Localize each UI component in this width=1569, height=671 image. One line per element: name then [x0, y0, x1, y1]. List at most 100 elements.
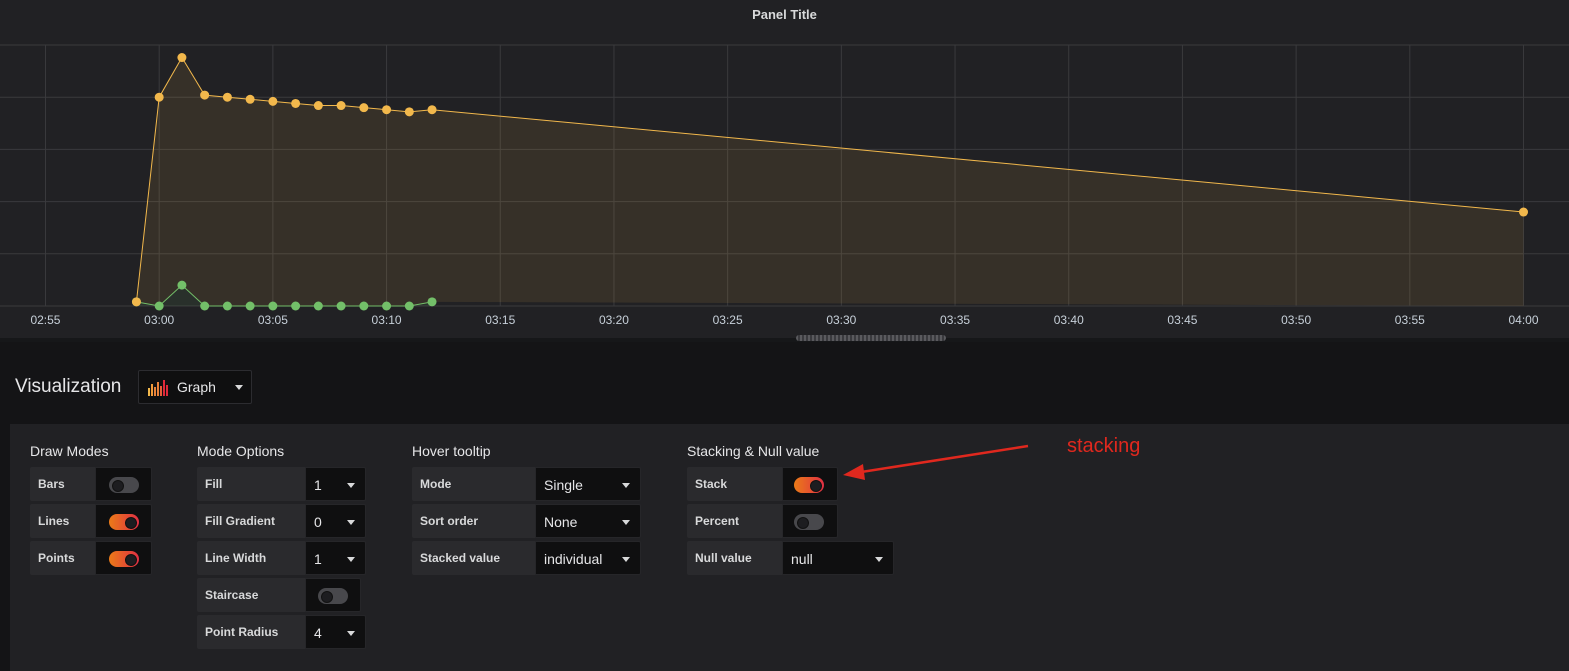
point-radius-value: 4: [314, 625, 322, 641]
data-point: [245, 301, 255, 311]
data-point: [154, 301, 164, 311]
sort-order-select[interactable]: None: [535, 504, 641, 538]
points-switch-box[interactable]: [95, 541, 152, 575]
data-point: [1519, 207, 1529, 217]
staircase-switch-box[interactable]: [305, 578, 361, 612]
lines-label: Lines: [30, 504, 95, 538]
percent-toggle[interactable]: [794, 514, 824, 530]
tooltip-mode-label: Mode: [412, 467, 535, 501]
fill-gradient-select[interactable]: 0: [305, 504, 366, 538]
stack-label: Stack: [687, 467, 782, 501]
options-panel: Draw Modes Bars Lines Points Mode Option…: [10, 424, 1569, 671]
line-width-value: 1: [314, 551, 322, 567]
chevron-down-icon: [622, 520, 630, 525]
x-tick-label: 03:50: [1281, 313, 1311, 327]
sort-order-value: None: [544, 514, 578, 530]
data-point: [427, 105, 437, 115]
fill-label: Fill: [197, 467, 305, 501]
data-point: [222, 301, 232, 311]
staircase-label: Staircase: [197, 578, 305, 612]
data-point: [177, 53, 187, 63]
line-width-label: Line Width: [197, 541, 305, 575]
x-tick-label: 03:25: [713, 313, 743, 327]
data-point: [382, 301, 392, 311]
points-label: Points: [30, 541, 95, 575]
data-point: [382, 105, 392, 115]
points-toggle[interactable]: [109, 551, 139, 567]
data-point: [336, 301, 346, 311]
data-point: [359, 103, 369, 113]
stacked-value-value: individual: [544, 551, 603, 567]
sort-order-label: Sort order: [412, 504, 535, 538]
x-tick-label: 03:35: [940, 313, 970, 327]
panel-title[interactable]: Panel Title: [0, 7, 1569, 22]
stack-toggle[interactable]: [794, 477, 824, 493]
stacked-value-select[interactable]: individual: [535, 541, 641, 575]
lines-toggle[interactable]: [109, 514, 139, 530]
data-point: [131, 297, 141, 307]
data-point: [200, 90, 210, 100]
x-tick-label: 03:00: [144, 313, 174, 327]
panel-resize-handle[interactable]: [796, 335, 946, 341]
data-point: [359, 301, 369, 311]
data-point: [291, 301, 301, 311]
graph-viz-icon: [148, 380, 168, 396]
section-title: Hover tooltip: [412, 443, 491, 459]
stacked-value-label: Stacked value: [412, 541, 535, 575]
fill-gradient-label: Fill Gradient: [197, 504, 305, 538]
data-point: [427, 297, 437, 307]
data-point: [177, 280, 187, 290]
chevron-down-icon: [622, 557, 630, 562]
x-tick-label: 03:45: [1167, 313, 1197, 327]
bars-toggle[interactable]: [109, 477, 139, 493]
chevron-down-icon: [347, 557, 355, 562]
data-point: [200, 301, 210, 311]
section-title: Draw Modes: [30, 443, 109, 459]
x-tick-label: 04:00: [1509, 313, 1539, 327]
chevron-down-icon: [347, 520, 355, 525]
visualization-label: Visualization: [15, 376, 122, 397]
x-tick-label: 03:15: [485, 313, 515, 327]
tooltip-mode-select[interactable]: Single: [535, 467, 641, 501]
x-tick-label: 02:55: [30, 313, 60, 327]
graph-panel: 02:55 03:00 03:05 03:10 03:15 03:20 03:25 03:30…: [0, 0, 1569, 338]
fill-value: 1: [314, 477, 322, 493]
lines-row: Lines: [30, 504, 152, 538]
fill-select[interactable]: 1: [305, 467, 366, 501]
chevron-down-icon: [347, 631, 355, 636]
data-point: [268, 96, 278, 106]
data-point: [154, 92, 164, 102]
section-title: Mode Options: [197, 443, 285, 459]
null-value-select[interactable]: null: [782, 541, 894, 575]
visualization-picker[interactable]: Graph: [138, 370, 252, 404]
graph-plot[interactable]: 02:55 03:00 03:05 03:10 03:15 03:20 03:25 03:30…: [0, 0, 1569, 338]
x-tick-label: 03:40: [1054, 313, 1084, 327]
line-width-select[interactable]: 1: [305, 541, 366, 575]
points-row: Points: [30, 541, 152, 575]
percent-switch-box[interactable]: [782, 504, 838, 538]
null-value-value: null: [791, 551, 813, 567]
x-tick-label: 03:30: [826, 313, 856, 327]
point-radius-label: Point Radius: [197, 615, 305, 649]
chevron-down-icon: [622, 483, 630, 488]
chevron-down-icon: [347, 483, 355, 488]
x-tick-label: 03:10: [372, 313, 402, 327]
x-tick-label: 03:05: [258, 313, 288, 327]
staircase-toggle[interactable]: [318, 588, 348, 604]
visualization-name: Graph: [177, 379, 216, 395]
point-radius-select[interactable]: 4: [305, 615, 366, 649]
lines-switch-box[interactable]: [95, 504, 152, 538]
data-point: [336, 101, 346, 111]
series-area: [136, 57, 1524, 306]
chevron-down-icon: [875, 557, 883, 562]
data-point: [222, 92, 232, 102]
data-point: [404, 301, 414, 311]
x-tick-label: 03:55: [1395, 313, 1425, 327]
data-point: [404, 107, 414, 117]
fill-gradient-value: 0: [314, 514, 322, 530]
bars-switch-box[interactable]: [95, 467, 152, 501]
data-point: [313, 301, 323, 311]
annotation-label: stacking: [1067, 435, 1141, 457]
chevron-down-icon: [235, 385, 243, 390]
data-point: [268, 301, 278, 311]
